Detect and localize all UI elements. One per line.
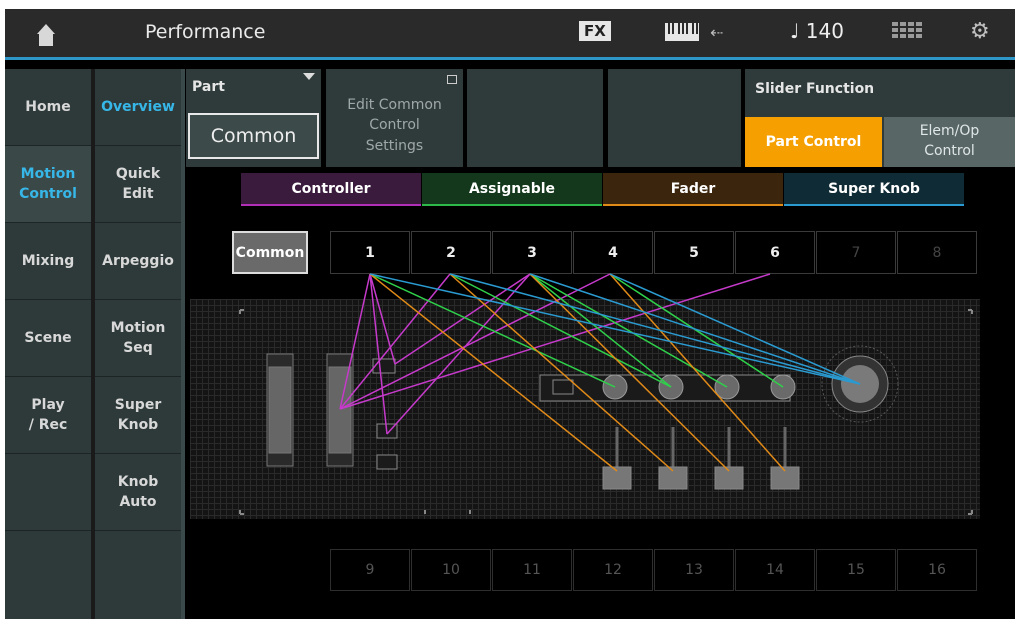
nav-column-main: Home Motion Control Mixing Scene Play / … [5,69,91,619]
controller-diagram [190,299,980,519]
part-7[interactable]: 7 [816,231,896,274]
part-10[interactable]: 10 [411,549,491,591]
nav-scene[interactable]: Scene [5,300,91,377]
part-8[interactable]: 8 [897,231,977,274]
part-14[interactable]: 14 [735,549,815,591]
part-16[interactable]: 16 [897,549,977,591]
edit-common-control-button[interactable]: Edit Common Control Settings [326,69,463,167]
slider-function-label: Slider Function [755,81,875,97]
nav-column-sub: Overview Quick Edit Arpeggio Motion Seq … [95,69,181,619]
nav-arpeggio[interactable]: Arpeggio [95,223,181,300]
usb-icon: ⇠ [710,23,724,42]
nav-home[interactable]: Home [5,69,91,146]
part-control-button[interactable]: Part Control [745,117,882,167]
nav-motion-seq[interactable]: Motion Seq [95,300,181,377]
gear-icon[interactable]: ⚙ [970,19,990,44]
grid-icon[interactable] [892,22,922,46]
part-9[interactable]: 9 [330,549,410,591]
nav-motion-control[interactable]: Motion Control [5,146,91,223]
part-label: Part [192,79,225,95]
part-13[interactable]: 13 [654,549,734,591]
part-2[interactable]: 2 [411,231,491,274]
empty-button-2 [608,69,741,167]
elem-op-control-button[interactable]: Elem/Op Control [884,117,1015,167]
screen: Performance FX ⇠ ♩ 140 ⚙ Home Motion Con… [5,9,1015,619]
dropdown-arrow-icon [303,73,315,80]
tab-fader[interactable]: Fader [603,173,783,206]
nav-knob-auto[interactable]: Knob Auto [95,454,181,531]
part-selector[interactable]: Part Common [186,69,321,167]
part-11[interactable]: 11 [492,549,572,591]
tab-controller[interactable]: Controller [241,173,421,206]
part-common[interactable]: Common [232,231,308,274]
part-5[interactable]: 5 [654,231,734,274]
tempo-display[interactable]: ♩ 140 [790,19,844,43]
top-bar: Performance FX ⇠ ♩ 140 ⚙ [5,9,1015,60]
home-button[interactable] [5,9,85,57]
nav-play-rec[interactable]: Play / Rec [5,377,91,454]
nav-mixing[interactable]: Mixing [5,223,91,300]
home-icon [37,24,55,46]
part-value-field[interactable]: Common [188,113,319,159]
nav-overview[interactable]: Overview [95,69,181,146]
nav-quick-edit[interactable]: Quick Edit [95,146,181,223]
part-4[interactable]: 4 [573,231,653,274]
top-bar-divider [5,57,1015,60]
page-title: Performance [145,21,266,43]
nav-empty-1 [5,454,91,531]
part-1[interactable]: 1 [330,231,410,274]
slider-function-panel: Slider Function Part Control Elem/Op Con… [745,69,1015,167]
nav-edge [181,69,185,619]
nav-empty-2 [5,531,91,607]
popup-icon [447,75,457,84]
fx-indicator[interactable]: FX [579,21,611,41]
tab-assignable[interactable]: Assignable [422,173,602,206]
part-12[interactable]: 12 [573,549,653,591]
nav-empty-3 [95,531,181,607]
nav-super-knob[interactable]: Super Knob [95,377,181,454]
part-15[interactable]: 15 [816,549,896,591]
empty-button-1 [467,69,603,167]
edit-common-label: Edit Common Control Settings [347,97,442,154]
tab-super-knob[interactable]: Super Knob [784,173,964,206]
keyboard-icon [665,23,699,45]
part-6[interactable]: 6 [735,231,815,274]
part-3[interactable]: 3 [492,231,572,274]
